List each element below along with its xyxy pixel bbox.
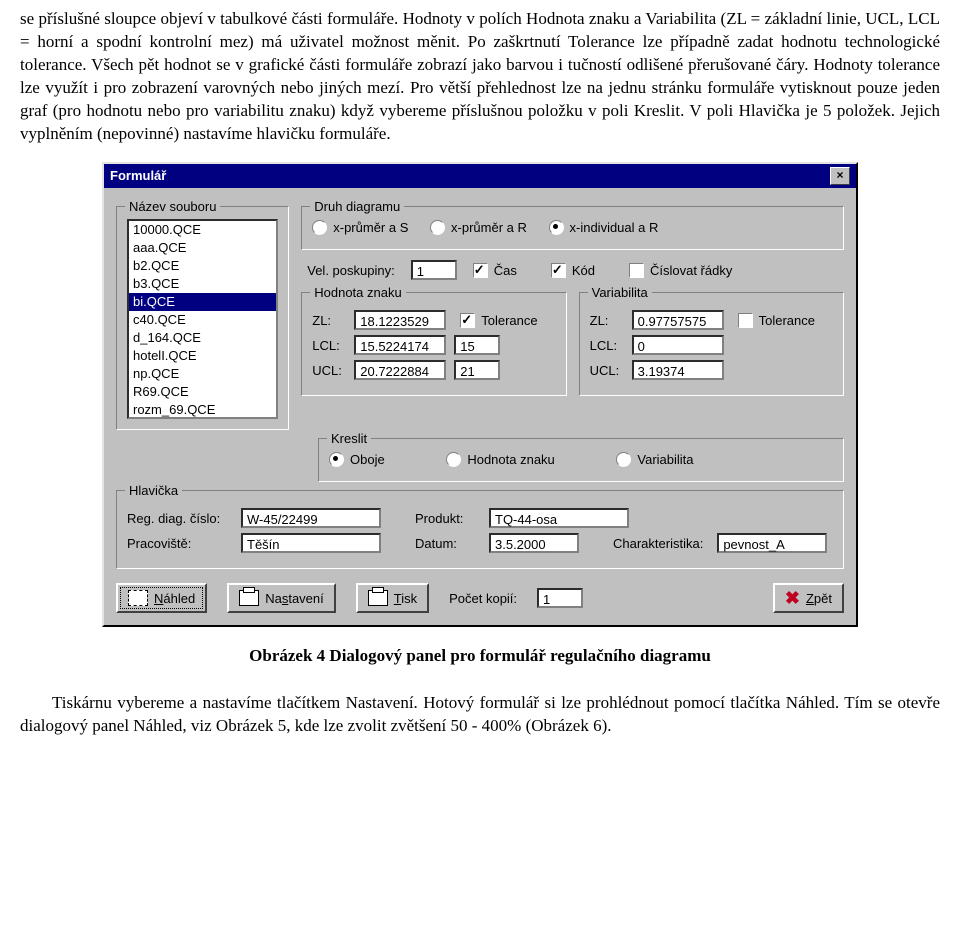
checkbox-hz-tolerance[interactable]: Tolerance <box>460 312 537 330</box>
list-item[interactable]: np.QCE <box>129 365 276 383</box>
label-pracoviste: Pracoviště: <box>127 535 227 553</box>
file-listbox[interactable]: 10000.QCE aaa.QCE b2.QCE b3.QCE bi.QCE c… <box>127 219 278 419</box>
check-label: Kód <box>572 262 595 280</box>
input-var-ucl[interactable]: 3.19374 <box>632 360 724 380</box>
figure-caption: Obrázek 4 Dialogový panel pro formulář r… <box>20 645 940 668</box>
list-item[interactable]: 10000.QCE <box>129 221 276 239</box>
radio-xindividual-r[interactable]: x-individual a R <box>549 219 659 237</box>
radio-label: x-průměr a S <box>333 219 408 237</box>
list-item[interactable]: b3.QCE <box>129 275 276 293</box>
tisk-button[interactable]: Tisk <box>356 583 429 613</box>
zpet-button[interactable]: ✖ Zpět <box>773 583 844 613</box>
dialog-title: Formulář <box>110 167 166 185</box>
list-item[interactable]: hotelI.QCE <box>129 347 276 365</box>
btn-label: Náhled <box>154 590 195 608</box>
checkbox-cislovat[interactable]: Číslovat řádky <box>629 262 732 280</box>
legend-var: Variabilita <box>588 284 652 302</box>
legend-hlavicka: Hlavička <box>125 482 182 500</box>
label-hz-ucl: UCL: <box>312 362 346 380</box>
list-item-selected[interactable]: bi.QCE <box>129 293 276 311</box>
check-label: Čas <box>494 262 517 280</box>
printer-icon <box>239 590 259 606</box>
group-hodnota-znaku: Hodnota znaku ZL: 18.1223529 Tolerance L… <box>301 292 566 396</box>
legend-nazev-souboru: Název souboru <box>125 198 220 216</box>
label-var-ucl: UCL: <box>590 362 624 380</box>
radio-variabilita[interactable]: Variabilita <box>616 451 693 469</box>
label-var-zl: ZL: <box>590 312 624 330</box>
input-hz-lcl[interactable]: 15.5224174 <box>354 335 446 355</box>
input-pracoviste[interactable]: Těšín <box>241 533 381 553</box>
label-vel-poskupiny: Vel. poskupiny: <box>307 262 394 280</box>
group-nazev-souboru: Název souboru 10000.QCE aaa.QCE b2.QCE b… <box>116 206 289 430</box>
radio-label: x-průměr a R <box>451 219 527 237</box>
radio-xprumer-s[interactable]: x-průměr a S <box>312 219 408 237</box>
group-druh-diagramu: Druh diagramu x-průměr a S x-průměr a R … <box>301 206 844 251</box>
input-pocet-kopii[interactable]: 1 <box>537 588 583 608</box>
label-datum: Datum: <box>415 535 475 553</box>
input-hz-ucl-tol[interactable]: 21 <box>454 360 500 380</box>
check-label: Tolerance <box>481 312 537 330</box>
list-item[interactable]: c40.QCE <box>129 311 276 329</box>
list-item[interactable]: aaa.QCE <box>129 239 276 257</box>
btn-label: Zpět <box>806 590 832 608</box>
input-vel-poskupiny[interactable]: 1 <box>411 260 457 280</box>
nastaveni-button[interactable]: Nastavení <box>227 583 336 613</box>
input-var-zl[interactable]: 0.97757575 <box>632 310 724 330</box>
radio-oboje[interactable]: Oboje <box>329 451 385 469</box>
input-hz-zl[interactable]: 18.1223529 <box>354 310 446 330</box>
legend-druh: Druh diagramu <box>310 198 404 216</box>
label-produkt: Produkt: <box>415 510 475 528</box>
btn-label: Tisk <box>394 590 417 608</box>
group-hlavicka: Hlavička Reg. diag. číslo: W-45/22499 Pr… <box>116 490 844 569</box>
paragraph-2: Tiskárnu vybereme a nastavíme tlačítkem … <box>20 692 940 738</box>
label-hz-lcl: LCL: <box>312 337 346 355</box>
check-label: Číslovat řádky <box>650 262 732 280</box>
paragraph-1: se příslušné sloupce objeví v tabulkové … <box>20 8 940 146</box>
label-hz-zl: ZL: <box>312 312 346 330</box>
input-hz-lcl-tol[interactable]: 15 <box>454 335 500 355</box>
radio-xprumer-r[interactable]: x-průměr a R <box>430 219 527 237</box>
group-variabilita: Variabilita ZL: 0.97757575 Tolerance LCL… <box>579 292 844 396</box>
printer-icon <box>368 590 388 606</box>
close-icon: ✖ <box>785 591 800 605</box>
input-charakteristika[interactable]: pevnost_A <box>717 533 827 553</box>
input-produkt[interactable]: TQ-44-osa <box>489 508 629 528</box>
nahled-button[interactable]: Náhled <box>116 583 207 613</box>
radio-label: Oboje <box>350 451 385 469</box>
checkbox-cas[interactable]: Čas <box>473 262 517 280</box>
list-item[interactable]: R69.QCE <box>129 383 276 401</box>
group-kreslit: Kreslit Oboje Hodnota znaku Variabilita <box>318 438 844 483</box>
input-hz-ucl[interactable]: 20.7222884 <box>354 360 446 380</box>
label-reg: Reg. diag. číslo: <box>127 510 227 528</box>
checkbox-var-tolerance[interactable]: Tolerance <box>738 312 815 330</box>
input-datum[interactable]: 3.5.2000 <box>489 533 579 553</box>
radio-label: Hodnota znaku <box>467 451 554 469</box>
form-dialog: Formulář × Název souboru 10000.QCE aaa.Q… <box>102 162 858 628</box>
list-item[interactable]: rozm_69.QCE <box>129 401 276 419</box>
input-reg[interactable]: W-45/22499 <box>241 508 381 528</box>
btn-label: Nastavení <box>265 590 324 608</box>
radio-label: x-individual a R <box>570 219 659 237</box>
label-pocet-kopii: Počet kopií: <box>449 590 517 608</box>
legend-hz: Hodnota znaku <box>310 284 405 302</box>
check-label: Tolerance <box>759 312 815 330</box>
close-icon[interactable]: × <box>830 167 850 185</box>
radio-hodnota-znaku[interactable]: Hodnota znaku <box>446 451 554 469</box>
checkbox-kod[interactable]: Kód <box>551 262 595 280</box>
label-charakteristika: Charakteristika: <box>613 535 703 553</box>
label-var-lcl: LCL: <box>590 337 624 355</box>
radio-label: Variabilita <box>637 451 693 469</box>
list-item[interactable]: b2.QCE <box>129 257 276 275</box>
list-item[interactable]: d_164.QCE <box>129 329 276 347</box>
input-var-lcl[interactable]: 0 <box>632 335 724 355</box>
preview-icon <box>128 590 148 606</box>
titlebar: Formulář × <box>104 164 856 188</box>
legend-kreslit: Kreslit <box>327 430 371 448</box>
